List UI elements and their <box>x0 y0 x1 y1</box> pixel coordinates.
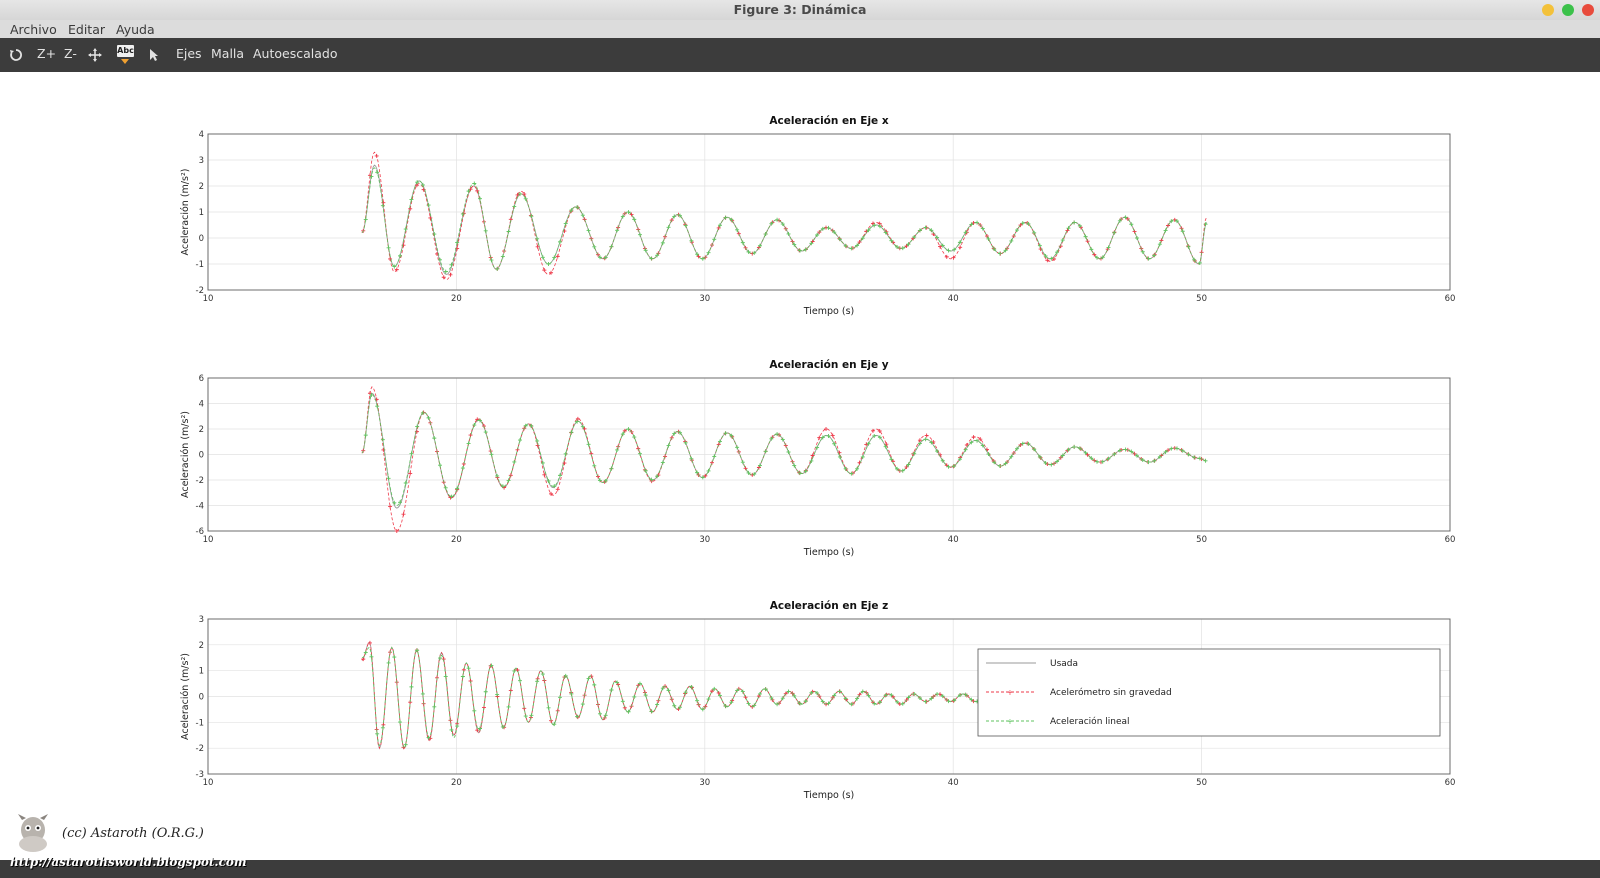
y-tick-label: 4 <box>199 400 204 410</box>
x-axis-label: Tiempo (s) <box>803 547 854 558</box>
y-tick-label: 0 <box>199 451 204 461</box>
maximize-button[interactable] <box>1562 4 1574 16</box>
y-tick-label: -2 <box>196 286 204 296</box>
y-tick-label: -3 <box>196 770 204 780</box>
y-tick-label: 2 <box>199 425 204 435</box>
legend-box <box>977 648 1441 737</box>
toolbar: Z+ Z- Abc Ejes Malla Autoescalado <box>0 38 1600 72</box>
y-tick-label: 4 <box>199 130 204 140</box>
x-tick-label: 20 <box>451 778 462 788</box>
x-tick-label: 10 <box>203 778 214 788</box>
rotate-icon[interactable] <box>9 48 23 62</box>
legend-marker-lineal: + <box>1007 717 1014 726</box>
figure-svg: 10 20 30 40 50 6043210-1-2Aceleración en Eje … <box>180 115 1456 801</box>
menu-bar: Archivo Editar Ayuda <box>0 20 1600 38</box>
y-axis-label: Aceleración (m/s²) <box>180 411 191 498</box>
y-tick-label: -6 <box>196 527 204 537</box>
legend-label-usada: Usada <box>1050 659 1078 669</box>
x-tick-label: 50 <box>1196 294 1207 304</box>
pan-icon[interactable] <box>88 48 102 62</box>
zoom-in-button[interactable]: Z+ <box>37 46 56 61</box>
x-tick-label: 20 <box>451 294 462 304</box>
x-tick-label: 30 <box>699 535 710 545</box>
x-tick-label: 20 <box>451 535 462 545</box>
legend-label-lineal: Aceleración lineal <box>1050 716 1130 727</box>
x-tick-label: 10 <box>203 535 214 545</box>
y-tick-label: 2 <box>199 182 204 192</box>
text-tool-icon[interactable]: Abc <box>117 45 134 57</box>
legend-marker-acelerometro: + <box>1007 688 1014 697</box>
chart-title: Aceleración en Eje z <box>770 600 889 612</box>
x-tick-label: 30 <box>699 778 710 788</box>
close-button[interactable] <box>1582 4 1594 16</box>
y-axis-label: Aceleración (m/s²) <box>180 653 191 740</box>
minimize-button[interactable] <box>1542 4 1554 16</box>
x-tick-label: 50 <box>1196 535 1207 545</box>
menu-ayuda[interactable]: Ayuda <box>116 22 155 37</box>
x-tick-label: 60 <box>1445 294 1456 304</box>
x-tick-label: 50 <box>1196 778 1207 788</box>
menu-archivo[interactable]: Archivo <box>10 22 57 37</box>
watermark-text: (cc) Astaroth (O.R.G.) <box>62 826 204 841</box>
y-tick-label: -1 <box>196 718 204 728</box>
window-title: Figure 3: Dinámica <box>733 2 867 17</box>
x-tick-label: 60 <box>1445 778 1456 788</box>
figure-canvas[interactable]: 10 20 30 40 50 60 4 3 2 1 0 -1 -2 Aceleración en Eje … <box>0 72 1600 860</box>
y-tick-label: 1 <box>199 208 204 218</box>
chart-legend: Usada + Acelerómetro sin gravedad + Acel… <box>977 648 1441 737</box>
title-bar: Figure 3: Dinámica <box>0 0 1600 21</box>
chart-title: Aceleración en Eje x <box>769 115 888 127</box>
y-tick-label: -2 <box>196 476 204 486</box>
y-tick-label: 3 <box>199 615 204 625</box>
grid-button[interactable]: Malla <box>211 46 244 61</box>
y-tick-label: -4 <box>196 502 204 512</box>
text-tool-marker <box>121 59 129 64</box>
axes-eje-y: 10 20 30 40 50 606420-2-4-6Aceleración en Eje… <box>180 359 1455 558</box>
axes-button[interactable]: Ejes <box>176 46 202 61</box>
y-tick-label: -1 <box>196 260 204 270</box>
y-tick-label: -2 <box>196 744 204 754</box>
watermark-url: http://astarothsworld.blogspot.com <box>10 855 247 869</box>
y-tick-label: 6 <box>199 374 204 384</box>
x-tick-label: 40 <box>948 778 959 788</box>
autoscale-button[interactable]: Autoescalado <box>253 46 337 61</box>
x-tick-label: 30 <box>699 294 710 304</box>
x-axis-label: Tiempo (s) <box>803 306 854 317</box>
chart-title: Aceleración en Eje y <box>769 359 888 371</box>
y-tick-label: 2 <box>199 641 204 651</box>
x-tick-label: 10 <box>203 294 214 304</box>
avatar-logo <box>18 814 48 852</box>
y-tick-label: 0 <box>199 234 204 244</box>
y-axis-label: Aceleración (m/s²) <box>180 169 191 256</box>
select-pointer-icon[interactable] <box>149 48 159 62</box>
x-axis-label: Tiempo (s) <box>803 790 854 801</box>
zoom-out-button[interactable]: Z- <box>64 46 77 61</box>
x-tick-label: 40 <box>948 294 959 304</box>
y-tick-label: 1 <box>199 667 204 677</box>
x-tick-label: 40 <box>948 535 959 545</box>
legend-label-acelerometro: Acelerómetro sin gravedad <box>1050 687 1172 698</box>
axes-eje-x: 10 20 30 40 50 6043210-1-2Aceleración en Eje … <box>180 115 1455 317</box>
x-tick-label: 60 <box>1445 535 1456 545</box>
y-tick-label: 0 <box>199 693 204 703</box>
menu-editar[interactable]: Editar <box>68 22 105 37</box>
y-tick-label: 3 <box>199 156 204 166</box>
